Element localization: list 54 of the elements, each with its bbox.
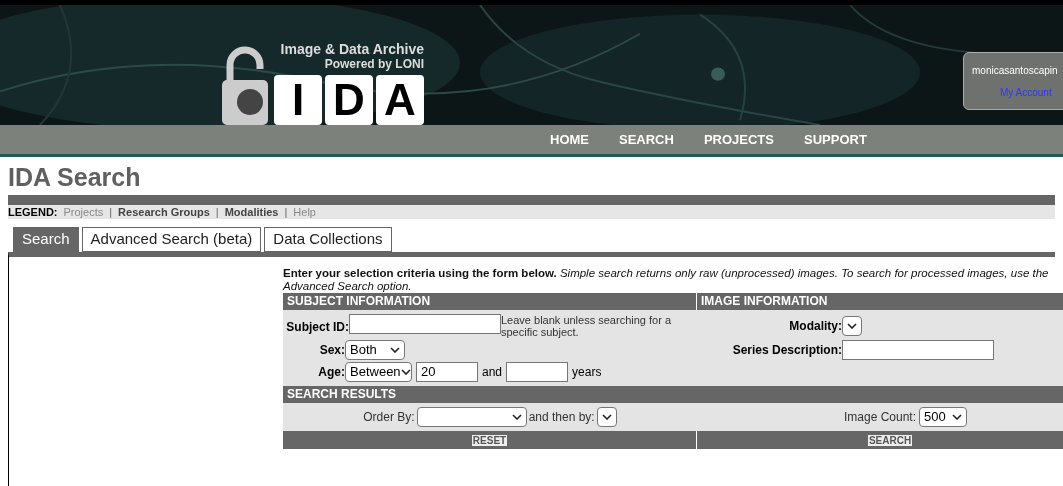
caret-icon — [511, 414, 522, 420]
caret-icon — [390, 347, 400, 353]
section-header: SEARCH RESULTS — [283, 386, 1063, 403]
section-header: IMAGE INFORMATION — [697, 293, 1063, 310]
logo-title: Image & Data Archive — [280, 42, 424, 57]
separator: | — [284, 204, 288, 220]
series-description-field[interactable] — [842, 340, 994, 360]
padlock-icon — [220, 45, 270, 125]
nav-link[interactable]: PROJECTS — [703, 129, 774, 150]
tab[interactable]: Advanced Search (beta) — [81, 227, 262, 252]
tab[interactable]: Data Collections — [264, 227, 392, 252]
subject-id-field[interactable] — [349, 314, 501, 334]
action-button[interactable]: RESET — [471, 434, 508, 446]
hint-text: Leave blank unless searching for a specific subject. — [501, 314, 672, 338]
nav-link[interactable]: SEARCH — [619, 129, 674, 150]
field-label: Subject ID: — [285, 319, 349, 336]
sex-select[interactable]: Both — [345, 340, 405, 360]
field-label: and then by: — [528, 409, 595, 426]
order-by-select[interactable] — [416, 407, 527, 427]
nav-link[interactable]: SUPPORT — [804, 129, 867, 150]
caret-icon — [601, 414, 612, 420]
logo-letter: I — [274, 75, 322, 125]
field-label: Image Count: — [844, 409, 917, 426]
legend-link[interactable]: Research Groups — [118, 203, 210, 221]
modality-select[interactable] — [842, 316, 862, 336]
separator: | — [109, 204, 113, 220]
image-count-select[interactable]: 500 — [919, 407, 968, 427]
tab[interactable]: Search — [13, 227, 79, 252]
field-label: Order By: — [363, 409, 415, 426]
username: monicasantoscapin — [972, 64, 1058, 78]
logo-letter: D — [325, 75, 373, 125]
caret-icon — [952, 414, 963, 420]
intro-text: Enter your selection criteria using the form below. Simple search returns only raw (unprocessed) images. To search for processed images, use the Advanced Search option. — [283, 267, 1050, 293]
then-by-select[interactable] — [596, 407, 617, 427]
action-button[interactable]: SEARCH — [867, 434, 913, 446]
years-text: years — [572, 364, 602, 381]
legend-link[interactable]: Modalities — [224, 203, 279, 221]
section-header: SUBJECT INFORMATION — [283, 293, 697, 310]
legend-label: LEGEND: — [8, 204, 58, 220]
age-to-field[interactable] — [506, 362, 569, 382]
logo-letter: A — [376, 75, 424, 125]
caret-icon — [400, 369, 411, 375]
age-from-field[interactable]: 20 — [416, 362, 478, 382]
caret-icon — [847, 323, 857, 329]
and-text: and — [482, 364, 503, 381]
page-title: IDA Search — [8, 162, 142, 192]
logo-subtitle: Powered by LONI — [324, 57, 424, 71]
age-select[interactable]: Between — [345, 362, 412, 382]
field-label: Sex: — [318, 342, 345, 359]
field-label: Modality: — [788, 318, 842, 335]
field-label: Series Description: — [731, 342, 842, 359]
field-label: Age: — [317, 364, 345, 381]
separator: | — [215, 204, 219, 220]
nav-link[interactable]: HOME — [550, 129, 589, 150]
